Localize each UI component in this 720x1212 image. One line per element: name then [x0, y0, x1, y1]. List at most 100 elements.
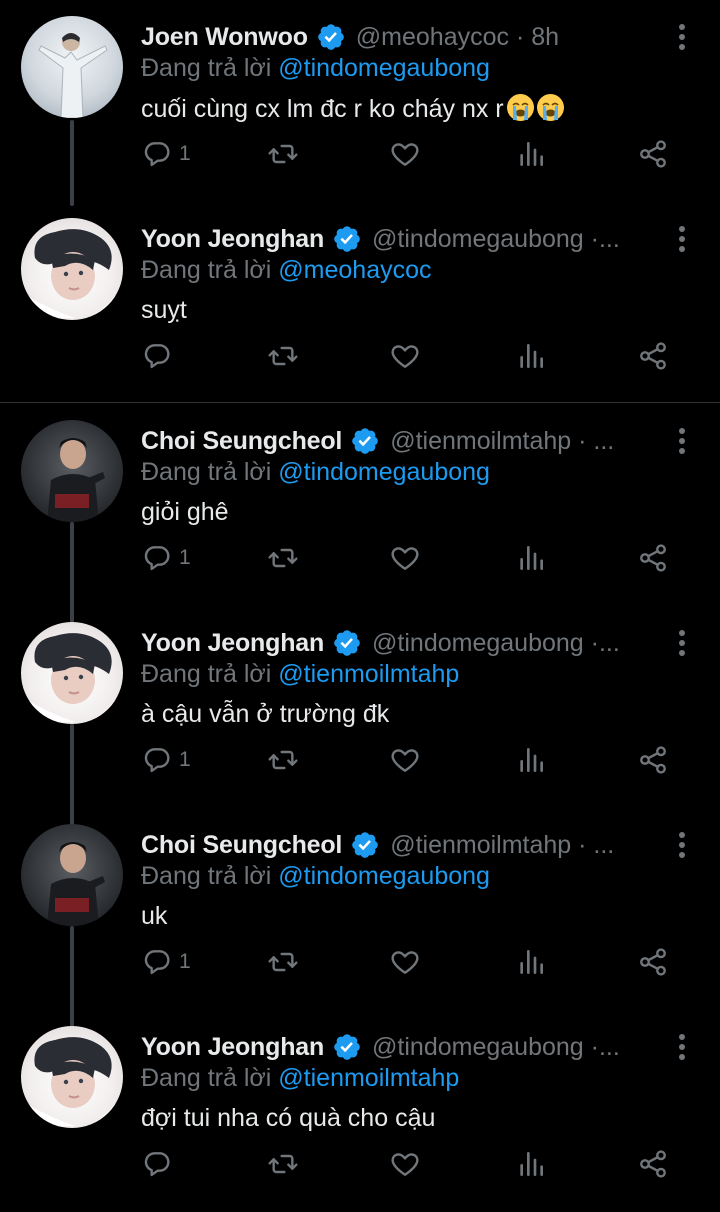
reply-button[interactable]: 1 [141, 538, 191, 578]
mention-link[interactable]: @tienmoilmtahp [278, 660, 459, 688]
username-handle[interactable]: @tindomegaubong ·... [372, 629, 620, 658]
avatar[interactable] [21, 622, 123, 724]
avatar[interactable] [21, 420, 123, 522]
retweet-icon [267, 1148, 299, 1180]
share-icon [637, 946, 669, 978]
like-button[interactable] [389, 134, 421, 174]
tweet-text: cuối cùng cx lm đc r ko cháy nx r [141, 94, 564, 124]
share-button[interactable] [637, 134, 669, 174]
retweet-button[interactable] [267, 134, 299, 174]
username-handle[interactable]: @tindomegaubong ·... [372, 225, 620, 254]
avatar[interactable] [21, 16, 123, 118]
avatar[interactable] [21, 1026, 123, 1128]
replying-to-label: Đang trả lời [141, 256, 272, 284]
like-button[interactable] [389, 740, 421, 780]
retweet-button[interactable] [267, 942, 299, 982]
heart-icon [389, 744, 421, 776]
tweet-text: đợi tui nha có quà cho cậu [141, 1104, 435, 1133]
like-button[interactable] [389, 942, 421, 982]
more-options-icon[interactable] [678, 226, 686, 254]
reply-icon [141, 542, 173, 574]
display-name[interactable]: Choi Seungcheol [141, 427, 342, 456]
tweet-text: uk [141, 902, 167, 931]
reply-icon [141, 340, 173, 372]
mention-link[interactable]: @tindomegaubong [278, 458, 490, 486]
views-button[interactable] [515, 1144, 547, 1184]
tweet[interactable]: Choi Seungcheol @tienmoilmtahp · ... Đang … [0, 808, 720, 1010]
like-button[interactable] [389, 1144, 421, 1184]
replying-to-label: Đang trả lời [141, 1064, 272, 1092]
retweet-button[interactable] [267, 740, 299, 780]
mention-link[interactable]: @tindomegaubong [278, 54, 490, 82]
verified-badge-icon [332, 628, 362, 658]
display-name[interactable]: Joen Wonwoo [141, 23, 308, 52]
analytics-icon [515, 1148, 547, 1180]
views-button[interactable] [515, 134, 547, 174]
more-options-icon[interactable] [678, 24, 686, 52]
views-button[interactable] [515, 740, 547, 780]
avatar[interactable] [21, 824, 123, 926]
tweet[interactable]: Joen Wonwoo @meohaycoc · 8h Đang trả lời @… [0, 0, 720, 202]
tweet[interactable]: Choi Seungcheol @tienmoilmtahp · ... Đang … [0, 404, 720, 606]
like-button[interactable] [389, 336, 421, 376]
mention-link[interactable]: @tindomegaubong [278, 862, 490, 890]
username-handle[interactable]: @tindomegaubong ·... [372, 1033, 620, 1062]
analytics-icon [515, 340, 547, 372]
more-options-icon[interactable] [678, 630, 686, 658]
views-button[interactable] [515, 942, 547, 982]
more-options-icon[interactable] [678, 832, 686, 860]
retweet-icon [267, 946, 299, 978]
more-options-icon[interactable] [678, 428, 686, 456]
reply-button[interactable]: 1 [141, 134, 191, 174]
reply-icon [141, 946, 173, 978]
display-name[interactable]: Yoon Jeonghan [141, 1033, 324, 1062]
display-name[interactable]: Choi Seungcheol [141, 831, 342, 860]
mention-link[interactable]: @meohaycoc [278, 256, 431, 284]
mention-link[interactable]: @tienmoilmtahp [278, 1064, 459, 1092]
retweet-icon [267, 138, 299, 170]
retweet-button[interactable] [267, 538, 299, 578]
reply-button[interactable] [141, 336, 179, 376]
verified-badge-icon [350, 426, 380, 456]
tweet[interactable]: Yoon Jeonghan @tindomegaubong ·... Đang tr… [0, 202, 720, 404]
tweet-actions: 1 [141, 740, 681, 780]
reply-button[interactable] [141, 1144, 179, 1184]
analytics-icon [515, 138, 547, 170]
replying-to: Đang trả lời @tindomegaubong [141, 458, 490, 487]
views-button[interactable] [515, 336, 547, 376]
display-name[interactable]: Yoon Jeonghan [141, 225, 324, 254]
reply-button[interactable]: 1 [141, 942, 191, 982]
display-name[interactable]: Yoon Jeonghan [141, 629, 324, 658]
heart-icon [389, 1148, 421, 1180]
username-handle[interactable]: @meohaycoc · 8h [356, 23, 559, 52]
tweet-header: Yoon Jeonghan @tindomegaubong ·... [141, 626, 620, 660]
tweet-actions: 1 [141, 538, 681, 578]
share-button[interactable] [637, 336, 669, 376]
share-icon [637, 744, 669, 776]
tweet-actions [141, 1144, 681, 1184]
tweet-header: Joen Wonwoo @meohaycoc · 8h [141, 20, 559, 54]
retweet-button[interactable] [267, 336, 299, 376]
reply-button[interactable]: 1 [141, 740, 191, 780]
tweet[interactable]: Yoon Jeonghan @tindomegaubong ·... Đang tr… [0, 606, 720, 808]
username-handle[interactable]: @tienmoilmtahp · ... [390, 831, 614, 860]
share-button[interactable] [637, 538, 669, 578]
verified-badge-icon [350, 830, 380, 860]
replying-to: Đang trả lời @tienmoilmtahp [141, 1064, 459, 1093]
reply-count: 1 [179, 748, 191, 771]
more-options-icon[interactable] [678, 1034, 686, 1062]
username-handle[interactable]: @tienmoilmtahp · ... [390, 427, 614, 456]
tweet[interactable]: Yoon Jeonghan @tindomegaubong ·... Đang tr… [0, 1010, 720, 1212]
verified-badge-icon [316, 22, 346, 52]
share-button[interactable] [637, 942, 669, 982]
avatar[interactable] [21, 218, 123, 320]
retweet-button[interactable] [267, 1144, 299, 1184]
like-button[interactable] [389, 538, 421, 578]
share-button[interactable] [637, 1144, 669, 1184]
share-button[interactable] [637, 740, 669, 780]
replying-to-label: Đang trả lời [141, 660, 272, 688]
reply-count: 1 [179, 142, 191, 165]
retweet-icon [267, 340, 299, 372]
share-icon [637, 138, 669, 170]
views-button[interactable] [515, 538, 547, 578]
